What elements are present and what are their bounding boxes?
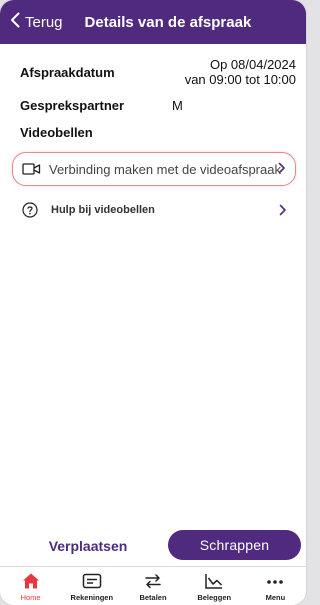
date-value-line1: Op 08/04/2024 bbox=[209, 57, 296, 72]
join-video-call-label: Verbinding maken met de videoafspraak bbox=[49, 161, 281, 177]
date-value: Op 08/04/2024 van 09:00 tot 10:00 bbox=[185, 57, 296, 87]
tab-payments[interactable]: Betalen bbox=[122, 567, 183, 605]
chart-icon bbox=[203, 572, 225, 590]
tab-label: Home bbox=[20, 593, 41, 602]
more-icon bbox=[264, 572, 286, 590]
appointment-date-row: Afspraakdatum Op 08/04/2024 van 09:00 to… bbox=[20, 56, 296, 88]
tab-menu[interactable]: Menu bbox=[245, 567, 306, 605]
partner-label: Gesprekspartner bbox=[20, 97, 125, 113]
partner-row: Gesprekspartner M bbox=[20, 95, 296, 115]
tab-label: Beleggen bbox=[197, 593, 232, 602]
header-bar: Terug Details van de afspraak bbox=[0, 0, 306, 44]
tab-investments[interactable]: Beleggen bbox=[184, 567, 245, 605]
help-circle-icon bbox=[22, 202, 38, 218]
cancel-appointment-button[interactable]: Schrappen bbox=[168, 530, 301, 560]
tab-accounts[interactable]: Rekeningen bbox=[61, 567, 122, 605]
card-icon bbox=[81, 572, 103, 590]
date-value-line2: van 09:00 tot 10:00 bbox=[184, 72, 296, 87]
transfer-icon bbox=[142, 572, 164, 590]
bottom-tab-bar: Home Rekeningen Betalen Beleggen Menu bbox=[0, 566, 306, 605]
back-label: Terug bbox=[25, 13, 63, 31]
home-icon bbox=[20, 572, 42, 590]
video-camera-icon bbox=[22, 162, 41, 176]
page-title: Details van de afspraak bbox=[84, 13, 252, 31]
phone-screen: Terug Details van de afspraak Afspraakda… bbox=[0, 0, 306, 605]
video-heading: Videobellen bbox=[20, 124, 93, 140]
back-button[interactable]: Terug bbox=[0, 0, 63, 44]
date-label: Afspraakdatum bbox=[20, 64, 115, 80]
tab-label: Menu bbox=[265, 593, 286, 602]
partner-value: M bbox=[172, 97, 183, 113]
chevron-left-icon bbox=[10, 12, 20, 33]
chevron-right-icon bbox=[279, 204, 287, 216]
tab-label: Rekeningen bbox=[70, 593, 114, 602]
tab-home[interactable]: Home bbox=[0, 567, 61, 605]
join-video-call-link[interactable]: Verbinding maken met de videoafspraak bbox=[12, 152, 296, 186]
reschedule-button[interactable]: Verplaatsen bbox=[22, 532, 154, 560]
tab-label: Betalen bbox=[139, 593, 167, 602]
video-help-link[interactable]: Hulp bij videobellen bbox=[12, 196, 296, 224]
video-help-label: Hulp bij videobellen bbox=[51, 204, 155, 216]
chevron-right-icon bbox=[278, 162, 286, 174]
video-section-heading: Videobellen bbox=[20, 121, 296, 143]
